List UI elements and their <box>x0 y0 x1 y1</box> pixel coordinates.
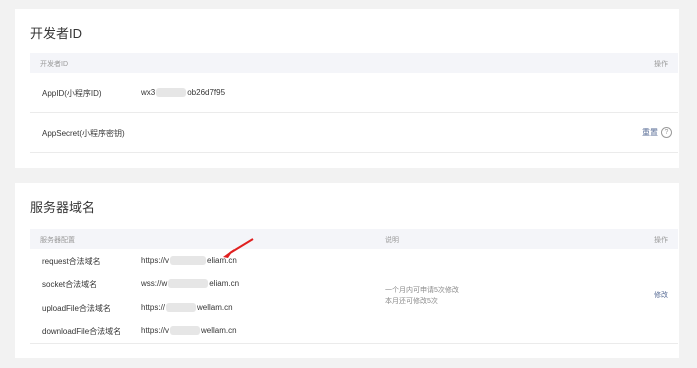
help-icon[interactable]: ? <box>661 127 672 139</box>
domain-prefix: https:// <box>141 303 166 312</box>
appid-value: wx3 ob26d7f95 <box>141 88 226 98</box>
domain-suffix: wellam.cn <box>201 326 237 335</box>
request-domain-label: request合法域名 <box>42 257 101 266</box>
header-developer-id: 开发者ID <box>40 61 68 68</box>
appid-suffix: ob26d7f95 <box>187 88 226 97</box>
modify-quota-text: 一个月内可申请5次修改 <box>385 287 459 294</box>
appsecret-row: AppSecret(小程序密钥) 重置? <box>30 113 678 153</box>
redaction-blur <box>156 88 187 98</box>
domain-prefix: wss://w <box>141 279 168 288</box>
domain-suffix: wellam.cn <box>197 303 233 312</box>
server-table-header: 服务器配置 说明 操作 <box>30 229 678 249</box>
appsecret-label: AppSecret(小程序密钥) <box>42 129 125 138</box>
domain-prefix: https://v <box>141 256 170 265</box>
developer-table-header: 开发者ID 操作 <box>30 53 678 73</box>
socket-domain-value: wss://w eliam.cn <box>141 279 240 289</box>
appid-label: AppID(小程序ID) <box>42 89 102 98</box>
redaction-blur <box>168 279 209 289</box>
header-description: 说明 <box>385 237 399 244</box>
redaction-blur <box>166 303 197 313</box>
appid-prefix: wx3 <box>141 88 156 97</box>
socket-domain-label: socket合法域名 <box>42 280 98 289</box>
developer-id-card: 开发者ID 开发者ID 操作 AppID(小程序ID) wx3 ob26d7f95… <box>15 9 679 168</box>
server-domain-card: 服务器域名 服务器配置 说明 操作 request合法域名 https://v e… <box>15 183 679 358</box>
redaction-blur <box>170 326 201 336</box>
header-action: 操作 <box>654 237 668 244</box>
server-domains-row: request合法域名 https://v eliam.cn socket合法域名… <box>30 249 678 344</box>
appsecret-actions: 重置? <box>642 127 672 139</box>
server-domain-title: 服务器域名 <box>30 200 96 215</box>
modify-link[interactable]: 修改 <box>654 290 668 300</box>
header-server-config: 服务器配置 <box>40 237 75 244</box>
upload-domain-value: https:// wellam.cn <box>141 303 233 313</box>
header-action: 操作 <box>654 61 668 68</box>
domain-prefix: https://v <box>141 326 170 335</box>
developer-id-title: 开发者ID <box>30 26 83 41</box>
download-domain-value: https://v wellam.cn <box>141 326 237 336</box>
download-domain-label: downloadFile合法域名 <box>42 327 122 336</box>
redaction-blur <box>170 256 207 266</box>
annotation-arrow-icon <box>223 238 254 258</box>
domain-suffix: eliam.cn <box>209 279 240 288</box>
modify-remaining-text: 本月还可修改5次 <box>385 298 438 305</box>
appid-row: AppID(小程序ID) wx3 ob26d7f95 <box>30 73 678 113</box>
upload-domain-label: uploadFile合法域名 <box>42 304 111 313</box>
reset-secret-link[interactable]: 重置 <box>642 128 658 137</box>
